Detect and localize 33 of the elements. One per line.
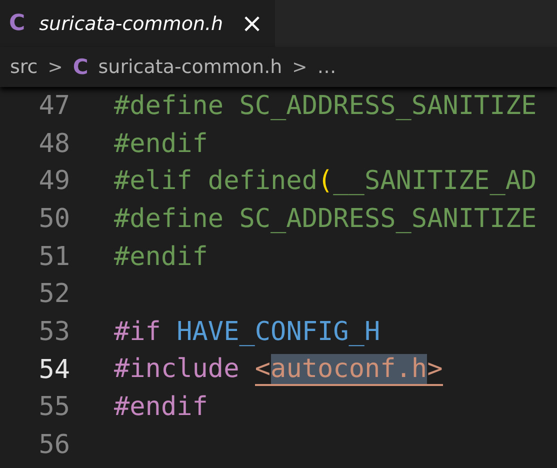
line-number: 56 <box>38 430 70 460</box>
code-token: #include <box>114 354 240 386</box>
chevron-icon: > <box>292 56 308 78</box>
c-file-icon: C <box>72 55 88 79</box>
close-button[interactable]: × <box>237 8 267 38</box>
code-token: #elif defined <box>114 166 318 196</box>
code-token: #define SC_ADDRESS_SANITIZE <box>114 90 537 121</box>
line-number: 54 <box>38 354 70 385</box>
code-token: > <box>427 354 443 386</box>
breadcrumb-item[interactable]: … <box>317 56 336 78</box>
c-file-icon: C <box>9 11 26 36</box>
line-number: 51 <box>38 242 70 272</box>
line-number: 53 <box>38 316 70 347</box>
code-token: ( <box>318 166 334 196</box>
code-token: HAVE_CONFIG_H <box>176 316 380 347</box>
code-token: #define SC_ADDRESS_SANITIZE <box>114 204 537 234</box>
code-token: __SANITIZE_AD <box>333 166 537 196</box>
line-number: 47 <box>38 90 70 121</box>
line-number: 48 <box>38 128 70 159</box>
line-number: 49 <box>38 166 70 196</box>
code-token: #endif <box>114 392 208 422</box>
selected-text: autoconf.h <box>270 354 428 386</box>
editor-tab[interactable]: C suricata-common.h × <box>0 0 275 47</box>
breadcrumb-item[interactable]: suricata-common.h <box>98 56 282 78</box>
code-token: #if <box>114 316 162 347</box>
tab-title: suricata-common.h <box>39 12 224 34</box>
line-number: 52 <box>38 279 70 310</box>
line-number: 55 <box>38 392 70 422</box>
chevron-icon: > <box>48 56 63 78</box>
code-token: #endif <box>114 242 208 272</box>
line-number: 50 <box>38 204 70 234</box>
breadcrumb-item[interactable]: src <box>10 56 38 78</box>
code-token: #endif <box>114 128 208 159</box>
